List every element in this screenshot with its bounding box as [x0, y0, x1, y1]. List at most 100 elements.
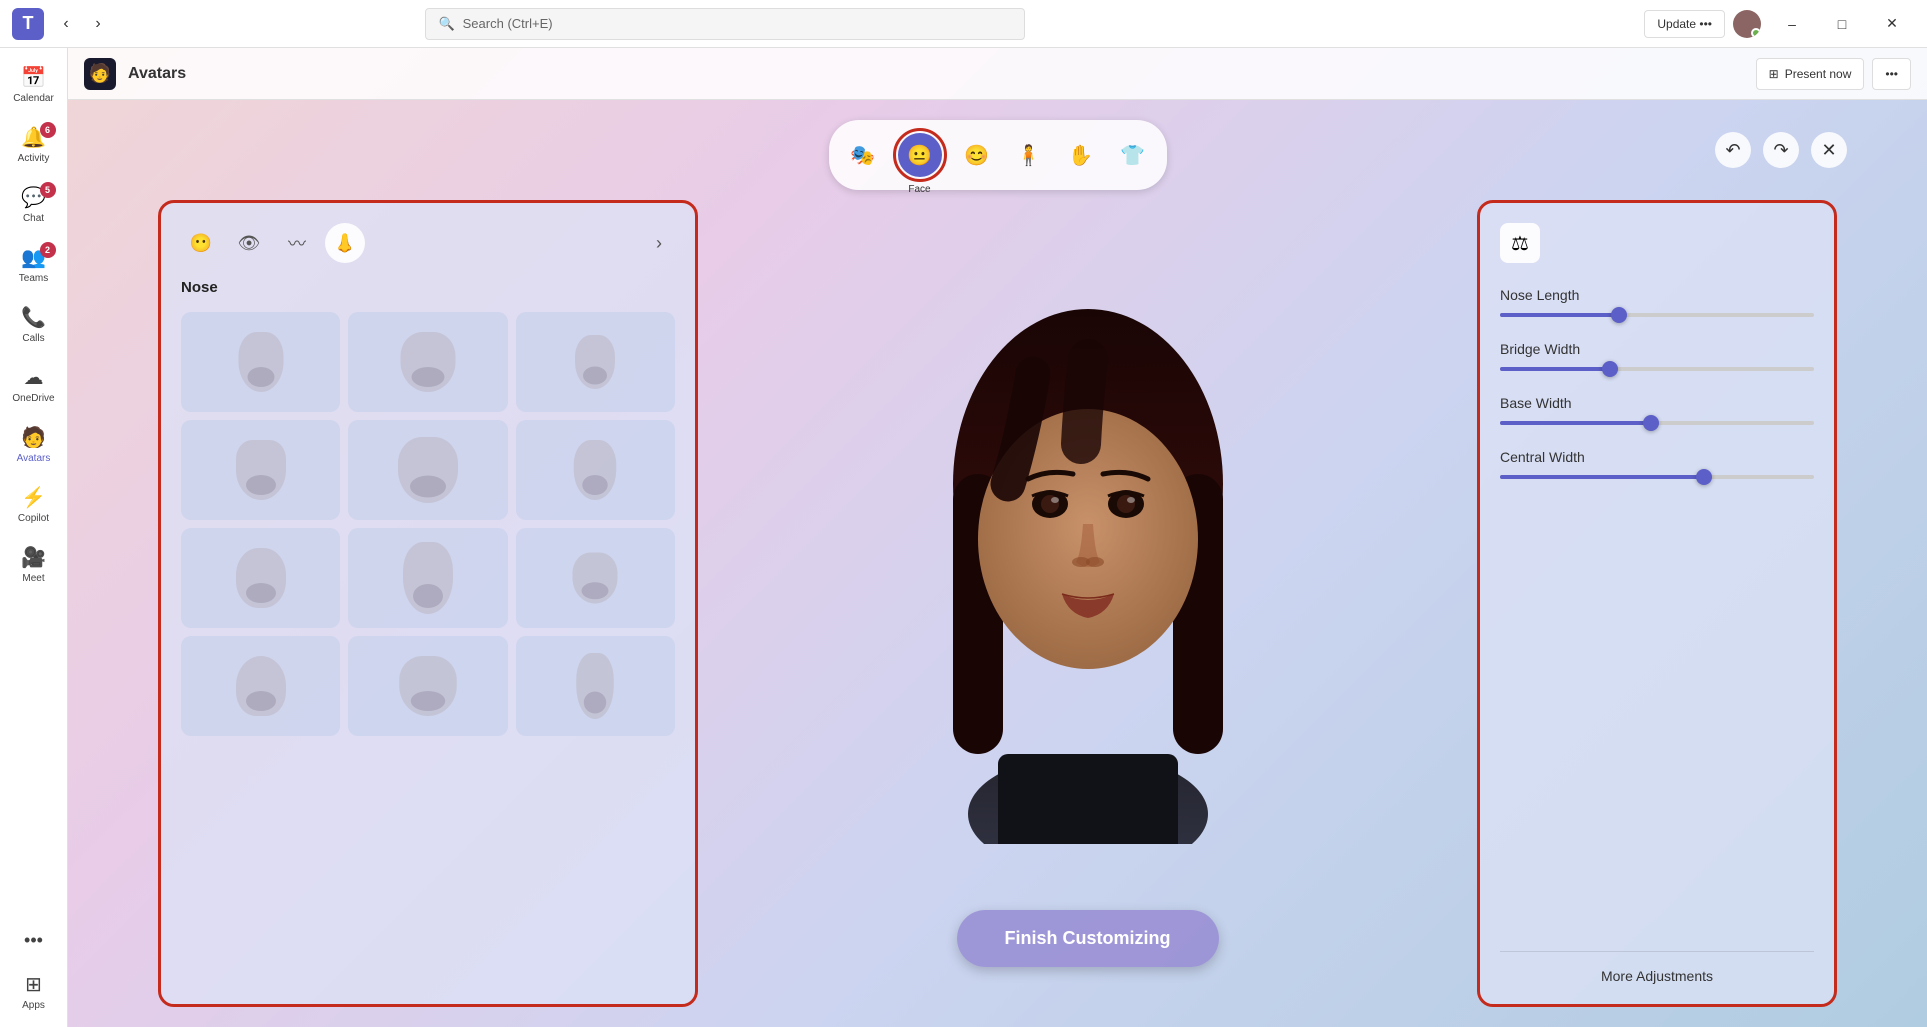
subtab-nose[interactable]: 👃 — [325, 223, 365, 263]
face-tab-label: Face — [908, 184, 930, 195]
page-title: Avatars — [128, 65, 186, 83]
sidebar-item-onedrive[interactable]: ☁ OneDrive — [6, 356, 62, 412]
nav-arrows: ‹ › — [52, 10, 112, 38]
avatars-icon: 🧑 — [21, 425, 46, 450]
maximize-button[interactable]: □ — [1819, 8, 1865, 40]
tab-body[interactable]: 🧍 — [1007, 133, 1051, 177]
sidebar-item-teams[interactable]: 👥 2 Teams — [6, 236, 62, 292]
header-right: ⊞ Present now ••• — [1756, 58, 1911, 90]
teams-badge: 2 — [40, 242, 56, 258]
left-panel: 😶 👁 〰 👃 › Nose — [158, 200, 698, 1007]
update-button[interactable]: Update ••• — [1644, 10, 1725, 38]
sidebar-item-activity[interactable]: 🔔 6 Activity — [6, 116, 62, 172]
nose-length-slider[interactable] — [1500, 313, 1814, 317]
face-tab-wrapper: 😐 Face — [893, 128, 947, 182]
adjustment-nose-length: Nose Length — [1500, 287, 1814, 317]
nose-option-4[interactable] — [181, 420, 340, 520]
nose-option-3[interactable] — [516, 312, 675, 412]
nose-option-8[interactable] — [348, 528, 507, 628]
adjustment-base-width: Base Width — [1500, 395, 1814, 425]
title-bar-right: Update ••• – □ ✕ — [1644, 8, 1915, 40]
nose-option-5[interactable] — [348, 420, 507, 520]
close-button[interactable]: ✕ — [1869, 8, 1915, 40]
activity-badge: 6 — [40, 122, 56, 138]
copilot-icon: ⚡ — [21, 485, 46, 510]
search-bar[interactable]: 🔍 Search (Ctrl+E) — [425, 8, 1025, 40]
center-avatar-area: Finish Customizing — [698, 100, 1477, 1027]
nose-option-1[interactable] — [181, 312, 340, 412]
subtab-face-shape[interactable]: 😶 — [181, 223, 221, 263]
base-width-slider[interactable] — [1500, 421, 1814, 425]
nose-section-title: Nose — [181, 279, 675, 296]
action-icons: ↶ ↷ ✕ — [1715, 132, 1847, 168]
subtab-next-button[interactable]: › — [643, 227, 675, 259]
nose-option-12[interactable] — [516, 636, 675, 736]
teams-logo-icon: T — [12, 8, 44, 40]
main-layout: 📅 Calendar 🔔 6 Activity 💬 5 Chat 👥 2 Tea… — [0, 48, 1927, 1027]
adjustment-bridge-width: Bridge Width — [1500, 341, 1814, 371]
nose-option-2[interactable] — [348, 312, 507, 412]
bridge-width-slider[interactable] — [1500, 367, 1814, 371]
subtab-eyes[interactable]: 👁 — [229, 223, 269, 263]
content-top-bar: 🧑 Avatars ⊞ Present now ••• — [68, 48, 1927, 100]
sidebar-item-calls[interactable]: 📞 Calls — [6, 296, 62, 352]
central-width-label: Central Width — [1500, 449, 1814, 465]
finish-customizing-button[interactable]: Finish Customizing — [957, 910, 1219, 967]
sidebar-item-chat[interactable]: 💬 5 Chat — [6, 176, 62, 232]
calendar-icon: 📅 — [21, 65, 46, 90]
present-now-button[interactable]: ⊞ Present now — [1756, 58, 1865, 90]
category-tabs: 🎭 😐 Face 😊 🧍 ✋ 👕 — [829, 120, 1167, 190]
nose-option-6[interactable] — [516, 420, 675, 520]
sidebar-item-calendar[interactable]: 📅 Calendar — [6, 56, 62, 112]
presence-dot — [1751, 28, 1761, 38]
nose-option-9[interactable] — [516, 528, 675, 628]
nav-forward-button[interactable]: › — [84, 10, 112, 38]
present-icon: ⊞ — [1769, 67, 1779, 81]
window-controls: – □ ✕ — [1769, 8, 1915, 40]
nose-option-7[interactable] — [181, 528, 340, 628]
central-width-slider[interactable] — [1500, 475, 1814, 479]
tab-preset[interactable]: 🎭 — [841, 133, 885, 177]
minimize-button[interactable]: – — [1769, 8, 1815, 40]
more-adjustments-button[interactable]: More Adjustments — [1500, 951, 1814, 984]
avatar-svg — [898, 284, 1278, 844]
filter-icon-button[interactable]: ⚖ — [1500, 223, 1540, 263]
onedrive-icon: ☁ — [24, 365, 44, 390]
meet-icon: 🎥 — [21, 545, 46, 570]
header-more-button[interactable]: ••• — [1872, 58, 1911, 90]
sidebar-item-avatars[interactable]: 🧑 Avatars — [6, 416, 62, 472]
adjustment-central-width: Central Width — [1500, 449, 1814, 479]
subtab-eyebrows[interactable]: 〰 — [277, 223, 317, 263]
chat-badge: 5 — [40, 182, 56, 198]
calls-icon: 📞 — [21, 305, 46, 330]
sidebar-item-copilot[interactable]: ⚡ Copilot — [6, 476, 62, 532]
sidebar: 📅 Calendar 🔔 6 Activity 💬 5 Chat 👥 2 Tea… — [0, 48, 68, 1027]
tab-gestures[interactable]: ✋ — [1059, 133, 1103, 177]
close-customize-button[interactable]: ✕ — [1811, 132, 1847, 168]
avatar-display — [868, 254, 1308, 874]
tab-expressions[interactable]: 😊 — [955, 133, 999, 177]
base-width-label: Base Width — [1500, 395, 1814, 411]
app-icon-header: 🧑 — [84, 58, 116, 90]
right-panel: ⚖ Nose Length Bridge Width — [1477, 200, 1837, 1007]
apps-icon: ⊞ — [25, 972, 42, 997]
nav-back-button[interactable]: ‹ — [52, 10, 80, 38]
nose-option-10[interactable] — [181, 636, 340, 736]
undo-button[interactable]: ↶ — [1715, 132, 1751, 168]
title-bar-left: T — [12, 8, 44, 40]
category-tabs-container: 🎭 😐 Face 😊 🧍 ✋ 👕 — [829, 120, 1167, 190]
sidebar-item-meet[interactable]: 🎥 Meet — [6, 536, 62, 592]
redo-button[interactable]: ↷ — [1763, 132, 1799, 168]
nose-length-label: Nose Length — [1500, 287, 1814, 303]
sidebar-item-apps[interactable]: ⊞ Apps — [6, 963, 62, 1019]
content-area: 🧑 Avatars ⊞ Present now ••• 🎭 😐 — [68, 48, 1927, 1027]
sidebar-more-button[interactable]: ••• — [16, 922, 51, 959]
nose-option-11[interactable] — [348, 636, 507, 736]
tab-clothing[interactable]: 👕 — [1111, 133, 1155, 177]
tab-face[interactable]: 😐 Face — [898, 133, 942, 177]
sub-tabs: 😶 👁 〰 👃 › — [181, 223, 675, 263]
search-placeholder: Search (Ctrl+E) — [463, 16, 553, 31]
title-bar: T ‹ › 🔍 Search (Ctrl+E) Update ••• – □ ✕ — [0, 0, 1927, 48]
avatar-workspace: 🎭 😐 Face 😊 🧍 ✋ 👕 ↶ ↷ ✕ — [68, 100, 1927, 1027]
search-icon: 🔍 — [438, 16, 454, 32]
